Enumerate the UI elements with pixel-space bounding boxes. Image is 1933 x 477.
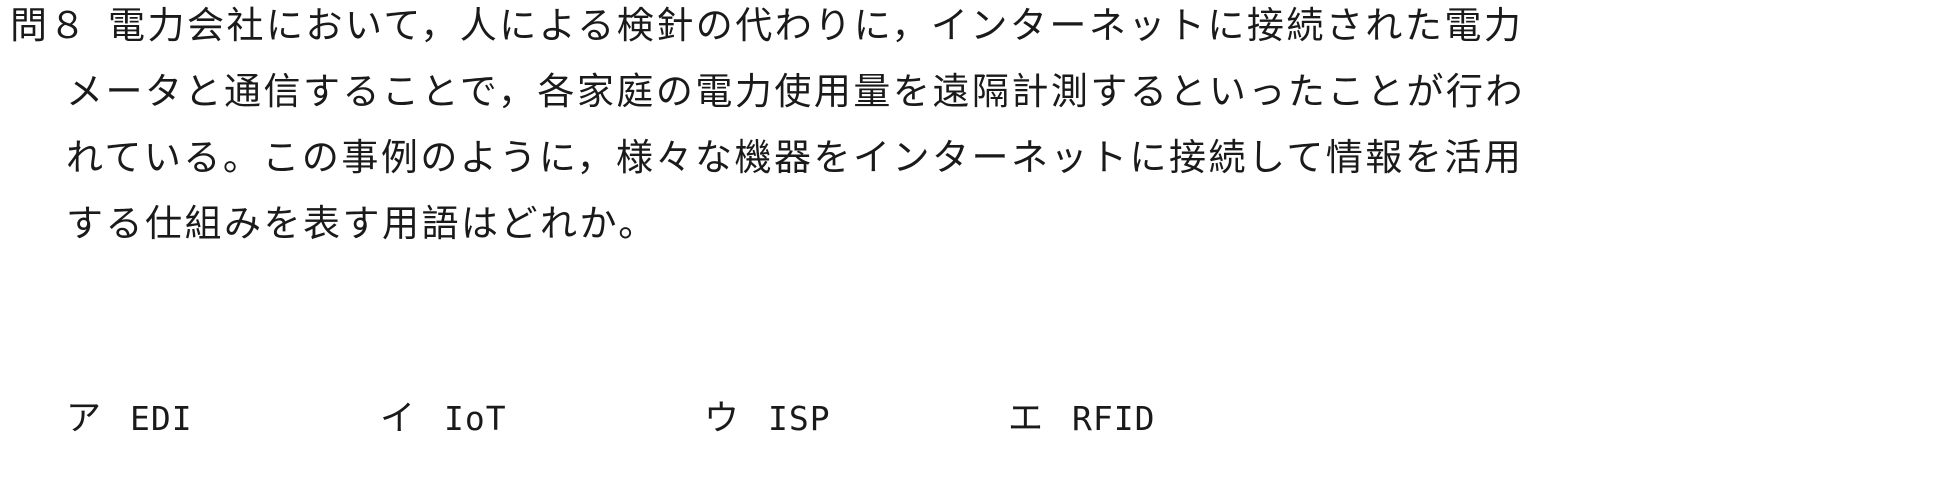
question-block: 問８ 電力会社において，人による検針の代わりに，インターネットに接続された電力 … xyxy=(0,0,1933,477)
choice-e-mark: エ xyxy=(1008,399,1044,439)
choice-a-label: EDI xyxy=(130,399,193,438)
choice-a[interactable]: ア EDI xyxy=(66,397,193,441)
question-text-line-4: する仕組みを表す用語はどれか。 xyxy=(66,202,658,245)
choice-u-mark: ウ xyxy=(704,399,740,439)
choice-i-mark: イ xyxy=(380,399,416,439)
question-number: 問８ xyxy=(10,4,88,47)
choice-u[interactable]: ウ ISP xyxy=(704,397,831,441)
choice-i[interactable]: イ IoT xyxy=(380,397,507,441)
question-text-line-1: 電力会社において，人による検針の代わりに，インターネットに接続された電力 xyxy=(108,4,1524,47)
choice-e-label: RFID xyxy=(1072,399,1156,438)
choice-u-label: ISP xyxy=(768,399,831,438)
choice-a-mark: ア xyxy=(66,399,102,439)
choice-i-label: IoT xyxy=(444,399,507,438)
question-text-line-2: メータと通信することで，各家庭の電力使用量を遠隔計測するといったことが行わ xyxy=(66,70,1525,113)
choice-e[interactable]: エ RFID xyxy=(1008,397,1155,441)
answer-choices: ア EDI イ IoT ウ ISP エ RFID xyxy=(66,397,1466,445)
question-text-line-3: れている。この事例のように，様々な機器をインターネットに接続して情報を活用 xyxy=(66,136,1524,179)
